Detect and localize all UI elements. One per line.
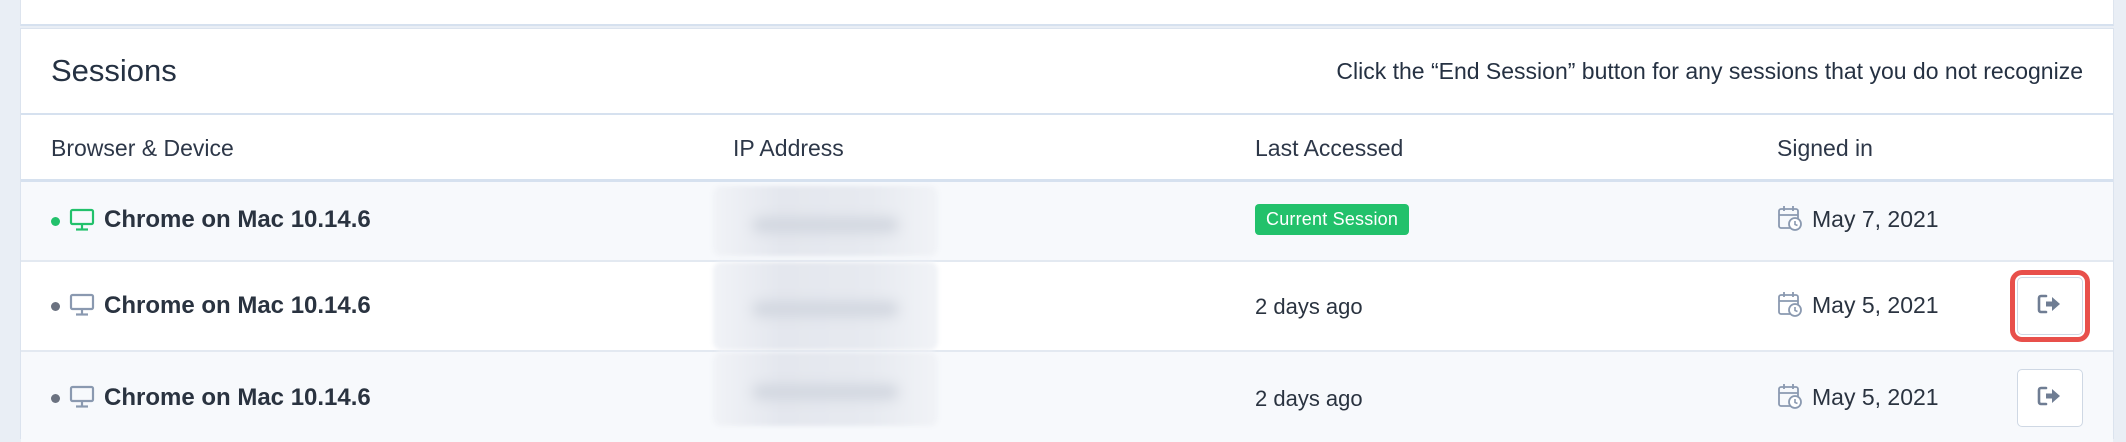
desktop-icon xyxy=(69,385,95,414)
table-row: Chrome on Mac 10.14.6 2 days ago May 5, … xyxy=(21,262,2113,352)
signed-in-date: May 5, 2021 xyxy=(1812,292,1939,318)
status-dot-active xyxy=(51,217,60,226)
sessions-header: Sessions Click the “End Session” button … xyxy=(21,29,2113,115)
ip-address-redacted xyxy=(713,186,938,256)
sign-out-icon xyxy=(2037,293,2063,320)
signed-in-date: May 5, 2021 xyxy=(1812,384,1939,410)
table-header: Browser & Device IP Address Last Accesse… xyxy=(21,115,2113,182)
current-session-badge: Current Session xyxy=(1255,204,1410,235)
device-name: Chrome on Mac 10.14.6 xyxy=(104,292,371,319)
ip-address-redacted xyxy=(713,262,938,350)
column-header-device: Browser & Device xyxy=(51,135,234,161)
calendar-clock-icon xyxy=(1777,382,1803,415)
sessions-card: Sessions Click the “End Session” button … xyxy=(20,28,2114,442)
device-name: Chrome on Mac 10.14.6 xyxy=(104,384,371,411)
signed-in-date: May 7, 2021 xyxy=(1812,206,1939,232)
device-name: Chrome on Mac 10.14.6 xyxy=(104,206,371,233)
column-header-last-accessed: Last Accessed xyxy=(1255,135,1404,161)
sign-out-icon xyxy=(2037,385,2063,412)
table-row: Chrome on Mac 10.14.6 2 days ago May 5, … xyxy=(21,352,2113,442)
sessions-page: Sessions Click the “End Session” button … xyxy=(0,0,2126,442)
status-dot-inactive xyxy=(51,302,60,311)
sessions-title: Sessions xyxy=(51,53,177,88)
desktop-icon xyxy=(69,208,95,237)
previous-card-edge xyxy=(20,0,2114,26)
last-accessed-text: 2 days ago xyxy=(1255,294,1363,319)
table-row: Chrome on Mac 10.14.6 Current Session Ma… xyxy=(21,182,2113,262)
desktop-icon xyxy=(69,293,95,322)
calendar-clock-icon xyxy=(1777,204,1803,237)
end-session-button[interactable] xyxy=(2017,369,2083,427)
calendar-clock-icon xyxy=(1777,290,1803,323)
column-header-ip: IP Address xyxy=(733,135,844,161)
end-session-button[interactable] xyxy=(2010,270,2090,342)
status-dot-inactive xyxy=(51,394,60,403)
column-header-signed-in: Signed in xyxy=(1777,135,1873,161)
last-accessed-text: 2 days ago xyxy=(1255,386,1363,411)
sessions-hint: Click the “End Session” button for any s… xyxy=(1336,57,2083,84)
ip-address-redacted xyxy=(713,352,938,426)
